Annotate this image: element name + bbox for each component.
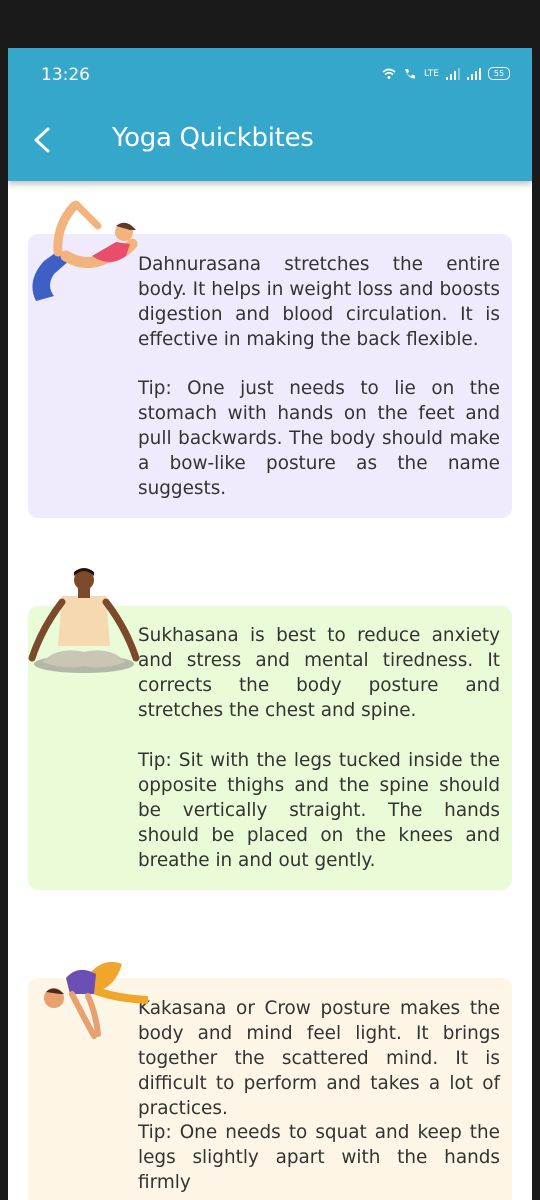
signal-icon [446,67,460,80]
pose-description: Dahnurasana stretches the entire body. I… [138,254,500,350]
pose-tip: Tip: One just needs to lie on the stomac… [138,378,500,499]
easy-pose-illustration [28,568,140,673]
bow-pose-illustration [32,200,138,301]
pose-tip: Tip: Sit with the legs tucked inside the… [138,750,500,871]
network-label: LTE [424,68,439,79]
signal-icon [467,67,481,80]
page-title: Yoga Quickbites [112,123,314,153]
crow-pose-illustration [44,961,148,1039]
app-screen: 13:26 LTE 55 Yoga Quickbites Dahnurasana… [8,48,532,1200]
back-button[interactable] [22,120,62,160]
app-bar: 13:26 LTE 55 Yoga Quickbites [8,48,532,181]
wifi-icon [382,68,396,79]
pose-description: Kakasana or Crow posture makes the body … [138,998,500,1119]
pose-tip: Tip: One needs to squat and keep the leg… [138,1122,500,1193]
status-icons: LTE 55 [382,67,510,80]
call-icon [405,69,416,79]
pose-description: Sukhasana is best to reduce anxiety and … [138,625,500,721]
chevron-left-icon [34,127,50,153]
status-time: 13:26 [41,65,90,85]
battery-icon: 55 [488,67,510,80]
